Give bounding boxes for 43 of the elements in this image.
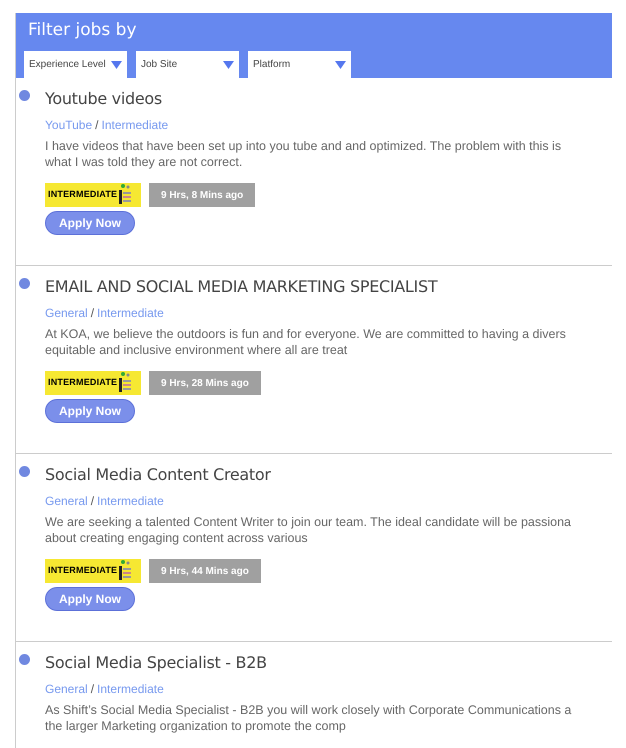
description-line: I have videos that have been set up into you tube and and optimized. The problem with this is (45, 138, 562, 154)
filter-dropdown[interactable]: Platform (248, 51, 351, 78)
badge-text: INTERMEDIATE (48, 376, 118, 390)
badge-text: INTERMEDIATE (48, 188, 118, 202)
level-link[interactable]: Intermediate (97, 494, 164, 508)
ladder-icon (118, 560, 132, 582)
separator: / (90, 494, 96, 508)
posted-time: 9 Hrs, 44 Mins ago (149, 559, 261, 583)
description-line: We are seeking a talented Content Writer to join our team. The ideal candidate will be passiona (45, 514, 572, 530)
badge-text: INTERMEDIATE (48, 564, 118, 578)
site-link[interactable]: General (45, 682, 88, 696)
posted-time: 9 Hrs, 28 Mins ago (149, 371, 261, 395)
level-link[interactable]: Intermediate (97, 306, 164, 320)
job-title[interactable]: EMAIL AND SOCIAL MEDIA MARKETING SPECIALIST (45, 276, 438, 298)
apply-button[interactable]: Apply Now (45, 399, 135, 423)
caret-icon (223, 60, 234, 68)
level-link[interactable]: Intermediate (102, 118, 168, 132)
caret-icon (335, 60, 346, 68)
filter-dropdown[interactable]: Experience Level (24, 51, 127, 78)
site-link[interactable]: YouTube (45, 118, 92, 132)
caret-icon (111, 60, 122, 68)
separator: / (94, 118, 100, 132)
description-line: the larger Marketing organization to promote the comp (45, 718, 346, 734)
description-line: As Shift’s Social Media Specialist - B2B you will work closely with Corporate Communications a (45, 702, 572, 718)
ladder-icon (118, 184, 132, 206)
description-line: about creating engaging content across various (45, 530, 308, 546)
site-link[interactable]: General (45, 494, 88, 508)
job-title[interactable]: Social Media Content Creator (45, 464, 271, 486)
apply-button[interactable]: Apply Now (45, 211, 135, 235)
separator: / (90, 306, 96, 320)
separator: / (90, 682, 96, 696)
level-link[interactable]: Intermediate (97, 682, 164, 696)
posted-time: 9 Hrs, 8 Mins ago (149, 183, 256, 207)
apply-button[interactable]: Apply Now (45, 587, 135, 611)
job-title[interactable]: Youtube videos (45, 88, 162, 110)
site-link[interactable]: General (45, 306, 88, 320)
filter-dropdown[interactable]: Job Site (136, 51, 239, 78)
description-line: what I was told they are not correct. (45, 154, 242, 170)
ladder-icon (118, 372, 132, 394)
filter-title: Filter jobs by (28, 19, 137, 41)
job-title[interactable]: Social Media Specialist - B2B (45, 652, 267, 674)
description-line: equitable and inclusive environment where all are treat (45, 342, 348, 358)
description-line: At KOA, we believe the outdoors is fun and for everyone. We are committed to having a divers (45, 326, 566, 342)
